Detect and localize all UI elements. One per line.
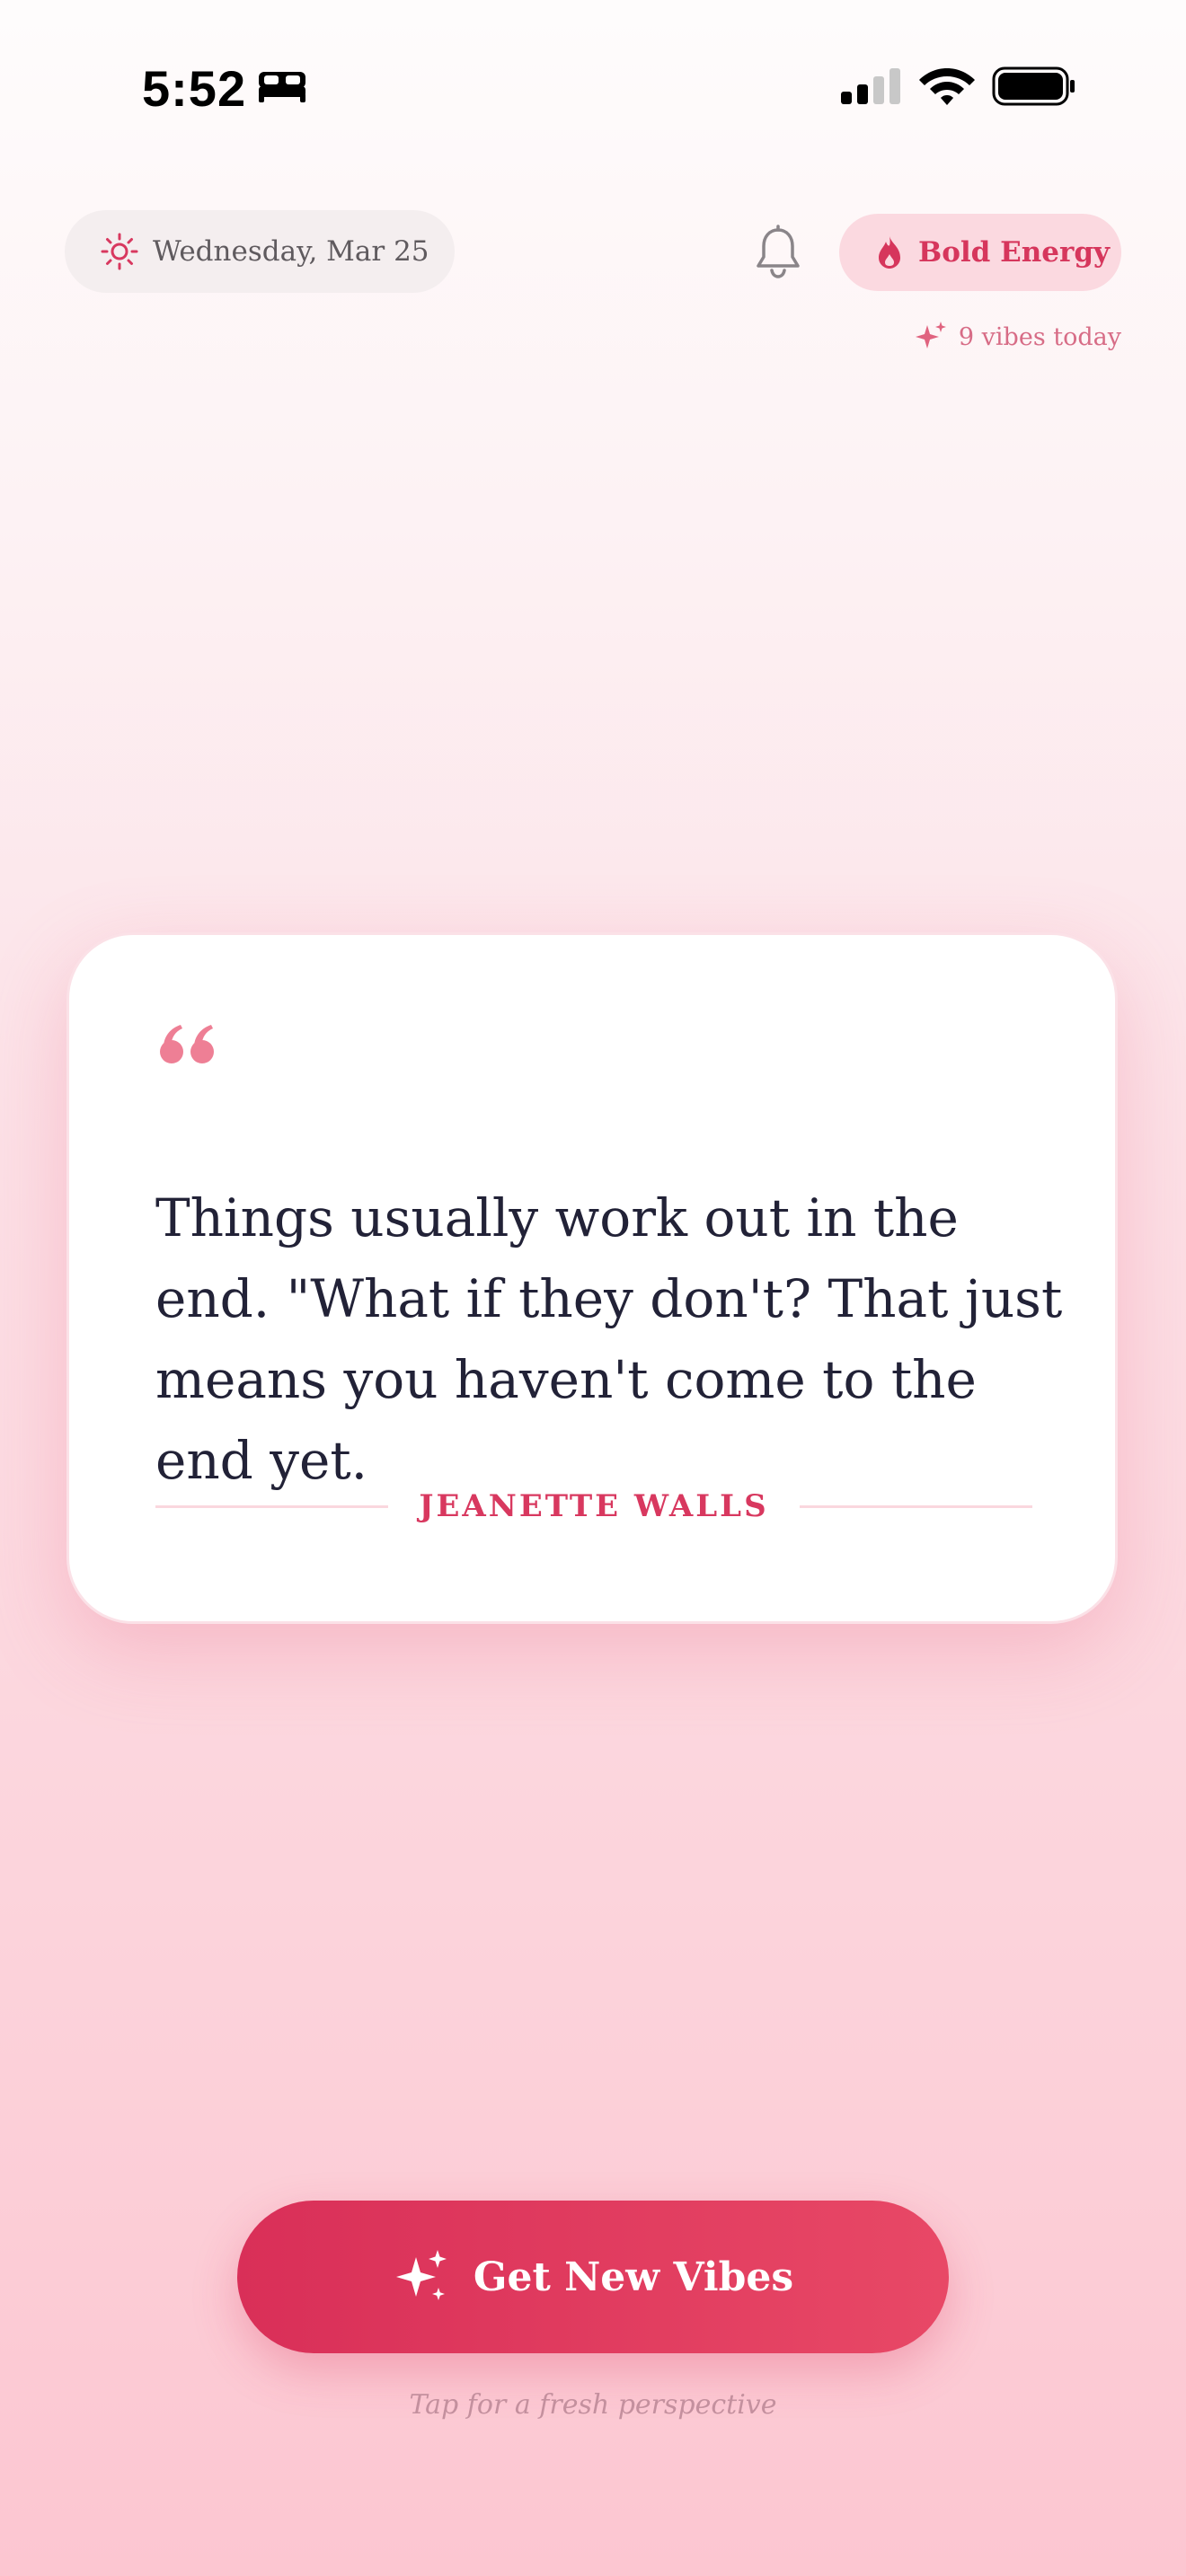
get-new-vibes-button[interactable]: Get New Vibes (237, 2201, 949, 2353)
quote-mark-icon (160, 1025, 214, 1063)
vibes-count-label: 9 vibes today (958, 322, 1121, 351)
divider-right (799, 1504, 1032, 1508)
divider-left (155, 1504, 389, 1508)
energy-label: Bold Energy (918, 236, 1111, 269)
sparkle-icon (915, 322, 946, 348)
sparkles-icon (395, 2250, 447, 2300)
bed-icon (259, 72, 305, 102)
energy-pill[interactable]: Bold Energy (839, 214, 1121, 291)
battery-icon (992, 66, 1075, 106)
get-new-vibes-label: Get New Vibes (473, 2254, 794, 2300)
date-pill: Wednesday, Mar 25 (65, 210, 455, 293)
quote-author: JEANETTE WALLS (419, 1488, 769, 1524)
bell-icon[interactable] (751, 225, 805, 280)
author-row: JEANETTE WALLS (155, 1488, 1032, 1524)
date-label: Wednesday, Mar 25 (153, 235, 429, 268)
status-time: 5:52 (142, 60, 247, 117)
sun-icon (101, 233, 138, 270)
flame-icon (879, 236, 900, 269)
signal-icon (841, 68, 900, 104)
wifi-icon (919, 68, 975, 105)
cta-hint: Tap for a fresh perspective (409, 2389, 777, 2421)
quote-text: Things usually work out in the end. "Wha… (155, 1187, 1063, 1491)
quote-card: Things usually work out in the end. "Wha… (66, 932, 1118, 1624)
vibes-count: 9 vibes today (914, 320, 1121, 354)
